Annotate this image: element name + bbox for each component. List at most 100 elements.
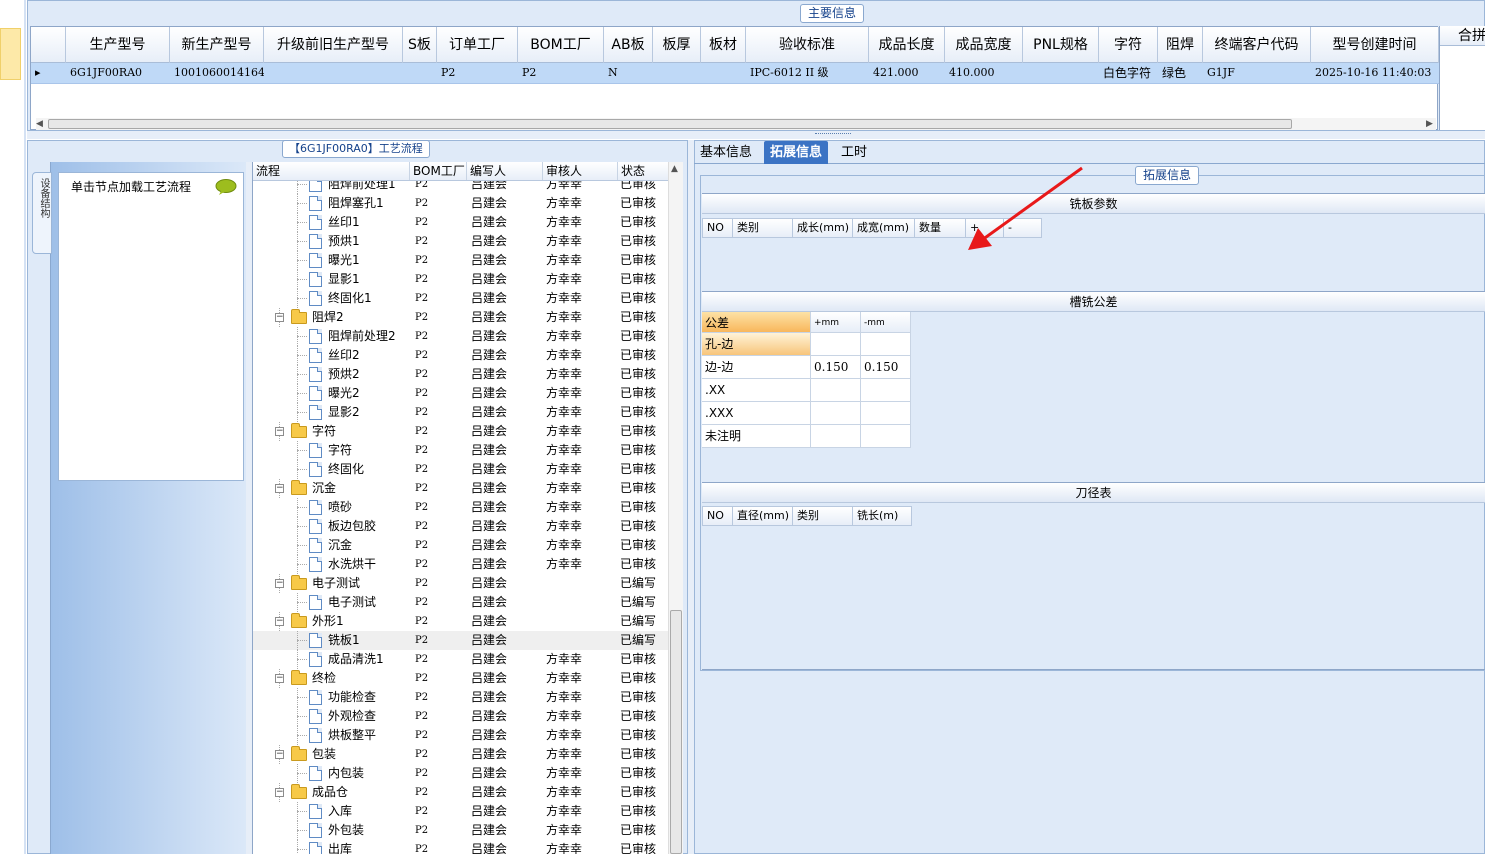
tree-folder-row[interactable]: − 外形1 P2 吕建会 已编写 (253, 612, 669, 631)
tree-col-header: 状态 (618, 162, 669, 180)
tree-row[interactable]: 曝光1 P2 吕建会 方幸幸 已审核 (253, 251, 669, 270)
expand-toggle-icon[interactable]: − (275, 674, 284, 683)
tree-row[interactable]: 丝印2 P2 吕建会 方幸幸 已审核 (253, 346, 669, 365)
tree-row[interactable]: 显影2 P2 吕建会 方幸幸 已审核 (253, 403, 669, 422)
flow-name: 外形1 (312, 614, 344, 628)
tree-row[interactable]: 终固化 P2 吕建会 方幸幸 已审核 (253, 460, 669, 479)
author: 吕建会 (471, 595, 508, 609)
tree-row[interactable]: 阻焊前处理1 P2 吕建会 方幸幸 已审核 (253, 181, 669, 194)
tolerance-cell[interactable] (861, 402, 911, 425)
process-tree: 流程 BOM工厂 编写人 审核人 状态 阻焊前处理1 P2 吕建会 方幸幸 已审核 阻焊塞孔1 P2… (252, 162, 669, 854)
status: 已审核 (620, 823, 657, 837)
tree-row[interactable]: 沉金 P2 吕建会 方幸幸 已审核 (253, 536, 669, 555)
tree-row[interactable]: 成品清洗1 P2 吕建会 方幸幸 已审核 (253, 650, 669, 669)
tolerance-cell[interactable]: 0.150 (861, 356, 911, 379)
tree-row[interactable]: 出库 P2 吕建会 方幸幸 已审核 (253, 840, 669, 854)
tolerance-cell[interactable] (811, 402, 861, 425)
grid-cell: IPC-6012 II 级 (750, 66, 829, 79)
tree-row[interactable]: 内包装 P2 吕建会 方幸幸 已审核 (253, 764, 669, 783)
left-collapsed-tab[interactable] (0, 28, 21, 80)
reviewer: 方幸幸 (546, 367, 583, 381)
status: 已审核 (620, 557, 657, 571)
tolerance-cell[interactable] (811, 379, 861, 402)
tree-row[interactable]: 板边包胶 P2 吕建会 方幸幸 已审核 (253, 517, 669, 536)
horizontal-splitter[interactable] (27, 131, 1485, 139)
mill-col-header: 成长(mm) (793, 218, 853, 238)
splitter-grip-icon[interactable] (815, 133, 851, 136)
expand-toggle-icon[interactable]: − (275, 427, 284, 436)
main-grid-hscrollbar[interactable]: ◀ ▶ (36, 118, 1436, 130)
tree-connector (297, 545, 307, 546)
tree-row[interactable]: 丝印1 P2 吕建会 方幸幸 已审核 (253, 213, 669, 232)
tree-folder-row[interactable]: − 电子测试 P2 吕建会 已编写 (253, 574, 669, 593)
reviewer: 方幸幸 (546, 310, 583, 324)
hscroll-thumb[interactable] (48, 119, 1292, 129)
tree-row[interactable]: 功能检查 P2 吕建会 方幸幸 已审核 (253, 688, 669, 707)
tolerance-cell[interactable] (861, 379, 911, 402)
bom-factory: P2 (415, 181, 429, 190)
bom-factory: P2 (415, 502, 429, 513)
tree-folder-row[interactable]: − 成品仓 P2 吕建会 方幸幸 已审核 (253, 783, 669, 802)
expand-toggle-icon[interactable]: − (275, 617, 284, 626)
flow-name: 显影2 (328, 405, 360, 419)
tree-folder-row[interactable]: − 字符 P2 吕建会 方幸幸 已审核 (253, 422, 669, 441)
tree-row[interactable]: 终固化1 P2 吕建会 方幸幸 已审核 (253, 289, 669, 308)
tree-folder-row[interactable]: − 阻焊2 P2 吕建会 方幸幸 已审核 (253, 308, 669, 327)
expand-toggle-icon[interactable]: − (275, 313, 284, 322)
scroll-up-icon[interactable]: ▲ (671, 164, 678, 174)
grid-cell: 421.000 (873, 66, 919, 79)
tree-row[interactable]: 水洗烘干 P2 吕建会 方幸幸 已审核 (253, 555, 669, 574)
document-icon (309, 215, 322, 230)
expand-toggle-icon[interactable]: − (275, 484, 284, 493)
tree-row[interactable]: 入库 P2 吕建会 方幸幸 已审核 (253, 802, 669, 821)
tree-row[interactable]: 烘板整平 P2 吕建会 方幸幸 已审核 (253, 726, 669, 745)
process-tree-vscrollbar[interactable]: ▲ (668, 162, 683, 854)
tree-row[interactable]: 曝光2 P2 吕建会 方幸幸 已审核 (253, 384, 669, 403)
tolerance-cell[interactable] (811, 425, 861, 448)
tree-row[interactable]: 电子测试 P2 吕建会 已编写 (253, 593, 669, 612)
load-flow-box[interactable]: 单击节点加载工艺流程 (58, 172, 244, 481)
tree-row[interactable]: 字符 P2 吕建会 方幸幸 已审核 (253, 441, 669, 460)
tree-connector (297, 735, 307, 736)
tolerance-cell[interactable] (861, 333, 911, 356)
grid-col-header: 新生产型号 (170, 27, 264, 63)
tree-row[interactable]: 铣板1 P2 吕建会 已编写 (253, 631, 669, 650)
tab-0[interactable]: 基本信息 (694, 141, 758, 164)
scroll-left-icon[interactable]: ◀ (36, 119, 43, 129)
expand-toggle-icon[interactable]: − (275, 750, 284, 759)
reviewer: 方幸幸 (546, 481, 583, 495)
tree-row[interactable]: 阻焊前处理2 P2 吕建会 方幸幸 已审核 (253, 327, 669, 346)
tree-row[interactable]: 显影1 P2 吕建会 方幸幸 已审核 (253, 270, 669, 289)
reviewer: 方幸幸 (546, 405, 583, 419)
reviewer: 方幸幸 (546, 386, 583, 400)
flow-name: 外观检查 (328, 709, 377, 723)
tolerance-cell[interactable] (811, 333, 861, 356)
tree-connector (297, 564, 307, 565)
merge-header: 合拼 (1440, 26, 1485, 46)
main-grid-row[interactable]: ▸ 6G1JF00RA0 10010600141645 P2 P2 N IPC-6012 I… (31, 63, 1439, 84)
tree-row[interactable]: 外观检查 P2 吕建会 方幸幸 已审核 (253, 707, 669, 726)
expand-toggle-icon[interactable]: − (275, 788, 284, 797)
bom-factory: P2 (415, 749, 429, 760)
author: 吕建会 (471, 747, 508, 761)
flow-name: 曝光2 (328, 386, 360, 400)
scroll-right-icon[interactable]: ▶ (1426, 119, 1433, 129)
tree-row[interactable]: 预烘2 P2 吕建会 方幸幸 已审核 (253, 365, 669, 384)
tree-row[interactable]: 外包装 P2 吕建会 方幸幸 已审核 (253, 821, 669, 840)
expand-toggle-icon[interactable]: − (275, 579, 284, 588)
tree-row[interactable]: 阻焊塞孔1 P2 吕建会 方幸幸 已审核 (253, 194, 669, 213)
reviewer: 方幸幸 (546, 196, 583, 210)
tree-folder-row[interactable]: − 包装 P2 吕建会 方幸幸 已审核 (253, 745, 669, 764)
tree-folder-row[interactable]: − 终检 P2 吕建会 方幸幸 已审核 (253, 669, 669, 688)
tree-connector (297, 450, 307, 451)
tolerance-cell[interactable] (861, 425, 911, 448)
author: 吕建会 (471, 348, 508, 362)
grid-col-header: 成品宽度 (945, 27, 1023, 63)
vscroll-thumb[interactable] (670, 610, 682, 854)
tab-1[interactable]: 拓展信息 (764, 141, 829, 164)
tolerance-cell[interactable]: 0.150 (811, 356, 861, 379)
tree-row[interactable]: 喷砂 P2 吕建会 方幸幸 已审核 (253, 498, 669, 517)
tab-2[interactable]: 工时 (835, 141, 873, 164)
tree-row[interactable]: 预烘1 P2 吕建会 方幸幸 已审核 (253, 232, 669, 251)
tree-folder-row[interactable]: − 沉金 P2 吕建会 方幸幸 已审核 (253, 479, 669, 498)
